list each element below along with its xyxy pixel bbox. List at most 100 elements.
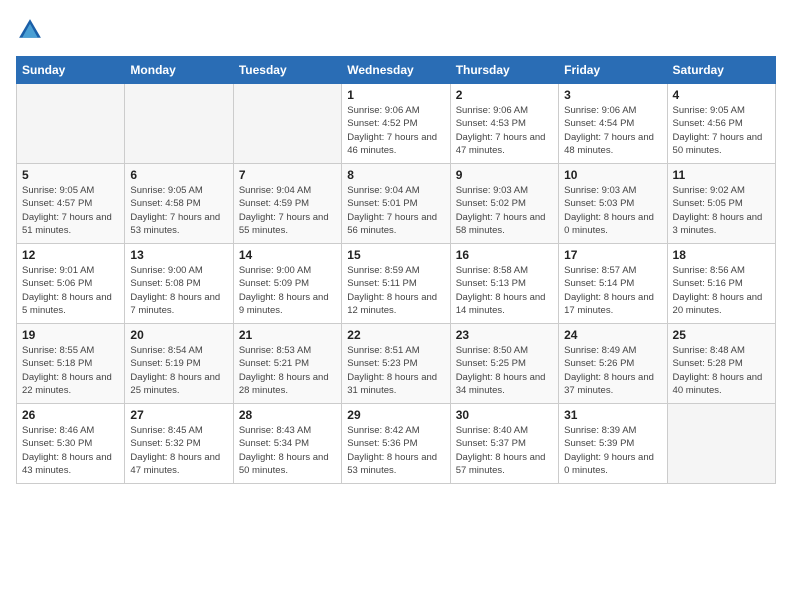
day-info: Sunrise: 8:48 AM Sunset: 5:28 PM Dayligh… — [673, 344, 770, 397]
day-cell: 3 Sunrise: 9:06 AM Sunset: 4:54 PM Daylig… — [559, 84, 667, 164]
day-cell: 6 Sunrise: 9:05 AM Sunset: 4:58 PM Daylig… — [125, 164, 233, 244]
day-info: Sunrise: 8:39 AM Sunset: 5:39 PM Dayligh… — [564, 424, 661, 477]
day-info: Sunrise: 8:50 AM Sunset: 5:25 PM Dayligh… — [456, 344, 553, 397]
page-header — [16, 16, 776, 44]
day-info: Sunrise: 9:03 AM Sunset: 5:02 PM Dayligh… — [456, 184, 553, 237]
day-cell — [233, 84, 341, 164]
day-number: 4 — [673, 88, 770, 102]
day-cell — [17, 84, 125, 164]
day-info: Sunrise: 8:42 AM Sunset: 5:36 PM Dayligh… — [347, 424, 444, 477]
day-info: Sunrise: 9:05 AM Sunset: 4:56 PM Dayligh… — [673, 104, 770, 157]
day-info: Sunrise: 9:00 AM Sunset: 5:09 PM Dayligh… — [239, 264, 336, 317]
day-number: 17 — [564, 248, 661, 262]
day-number: 22 — [347, 328, 444, 342]
day-info: Sunrise: 9:04 AM Sunset: 4:59 PM Dayligh… — [239, 184, 336, 237]
day-info: Sunrise: 8:53 AM Sunset: 5:21 PM Dayligh… — [239, 344, 336, 397]
day-cell — [667, 404, 775, 484]
day-info: Sunrise: 8:40 AM Sunset: 5:37 PM Dayligh… — [456, 424, 553, 477]
day-cell: 20 Sunrise: 8:54 AM Sunset: 5:19 PM Dayli… — [125, 324, 233, 404]
day-info: Sunrise: 8:51 AM Sunset: 5:23 PM Dayligh… — [347, 344, 444, 397]
day-cell: 22 Sunrise: 8:51 AM Sunset: 5:23 PM Dayli… — [342, 324, 450, 404]
day-cell: 10Sunrise: 9:03 AM Sunset: 5:03 PM Dayli… — [559, 164, 667, 244]
day-cell: 26Sunrise: 8:46 AM Sunset: 5:30 PM Dayli… — [17, 404, 125, 484]
day-cell: 17 Sunrise: 8:57 AM Sunset: 5:14 PM Dayli… — [559, 244, 667, 324]
header-day-saturday: Saturday — [667, 57, 775, 84]
day-number: 8 — [347, 168, 444, 182]
week-row-4: 19Sunrise: 8:55 AM Sunset: 5:18 PM Dayli… — [17, 324, 776, 404]
week-row-5: 26Sunrise: 8:46 AM Sunset: 5:30 PM Dayli… — [17, 404, 776, 484]
day-info: Sunrise: 9:06 AM Sunset: 4:53 PM Dayligh… — [456, 104, 553, 157]
day-cell — [125, 84, 233, 164]
day-number: 6 — [130, 168, 227, 182]
day-cell: 2 Sunrise: 9:06 AM Sunset: 4:53 PM Daylig… — [450, 84, 558, 164]
header-day-wednesday: Wednesday — [342, 57, 450, 84]
week-row-3: 12 Sunrise: 9:01 AM Sunset: 5:06 PM Dayli… — [17, 244, 776, 324]
day-info: Sunrise: 9:02 AM Sunset: 5:05 PM Dayligh… — [673, 184, 770, 237]
day-cell: 30 Sunrise: 8:40 AM Sunset: 5:37 PM Dayli… — [450, 404, 558, 484]
day-number: 27 — [130, 408, 227, 422]
day-cell: 27 Sunrise: 8:45 AM Sunset: 5:32 PM Dayli… — [125, 404, 233, 484]
day-number: 26 — [22, 408, 119, 422]
day-number: 16 — [456, 248, 553, 262]
day-cell: 25 Sunrise: 8:48 AM Sunset: 5:28 PM Dayli… — [667, 324, 775, 404]
day-info: Sunrise: 9:04 AM Sunset: 5:01 PM Dayligh… — [347, 184, 444, 237]
logo-icon — [16, 16, 44, 44]
day-cell: 1 Sunrise: 9:06 AM Sunset: 4:52 PM Daylig… — [342, 84, 450, 164]
day-info: Sunrise: 8:58 AM Sunset: 5:13 PM Dayligh… — [456, 264, 553, 317]
day-number: 30 — [456, 408, 553, 422]
day-number: 1 — [347, 88, 444, 102]
day-info: Sunrise: 9:01 AM Sunset: 5:06 PM Dayligh… — [22, 264, 119, 317]
day-number: 20 — [130, 328, 227, 342]
week-row-2: 5 Sunrise: 9:05 AM Sunset: 4:57 PM Daylig… — [17, 164, 776, 244]
day-number: 2 — [456, 88, 553, 102]
day-cell: 14 Sunrise: 9:00 AM Sunset: 5:09 PM Dayli… — [233, 244, 341, 324]
day-number: 3 — [564, 88, 661, 102]
day-number: 9 — [456, 168, 553, 182]
day-cell: 12 Sunrise: 9:01 AM Sunset: 5:06 PM Dayli… — [17, 244, 125, 324]
day-info: Sunrise: 8:57 AM Sunset: 5:14 PM Dayligh… — [564, 264, 661, 317]
day-info: Sunrise: 8:56 AM Sunset: 5:16 PM Dayligh… — [673, 264, 770, 317]
day-info: Sunrise: 8:45 AM Sunset: 5:32 PM Dayligh… — [130, 424, 227, 477]
day-cell: 21 Sunrise: 8:53 AM Sunset: 5:21 PM Dayli… — [233, 324, 341, 404]
header-day-monday: Monday — [125, 57, 233, 84]
calendar-table: SundayMondayTuesdayWednesdayThursdayFrid… — [16, 56, 776, 484]
day-cell: 4 Sunrise: 9:05 AM Sunset: 4:56 PM Daylig… — [667, 84, 775, 164]
day-cell: 9 Sunrise: 9:03 AM Sunset: 5:02 PM Daylig… — [450, 164, 558, 244]
day-cell: 18 Sunrise: 8:56 AM Sunset: 5:16 PM Dayli… — [667, 244, 775, 324]
day-cell: 16 Sunrise: 8:58 AM Sunset: 5:13 PM Dayli… — [450, 244, 558, 324]
day-info: Sunrise: 8:54 AM Sunset: 5:19 PM Dayligh… — [130, 344, 227, 397]
day-cell: 13 Sunrise: 9:00 AM Sunset: 5:08 PM Dayli… — [125, 244, 233, 324]
day-number: 21 — [239, 328, 336, 342]
day-cell: 15 Sunrise: 8:59 AM Sunset: 5:11 PM Dayli… — [342, 244, 450, 324]
day-cell: 5 Sunrise: 9:05 AM Sunset: 4:57 PM Daylig… — [17, 164, 125, 244]
day-info: Sunrise: 9:06 AM Sunset: 4:52 PM Dayligh… — [347, 104, 444, 157]
header-day-thursday: Thursday — [450, 57, 558, 84]
day-number: 19 — [22, 328, 119, 342]
day-cell: 19Sunrise: 8:55 AM Sunset: 5:18 PM Dayli… — [17, 324, 125, 404]
day-cell: 7Sunrise: 9:04 AM Sunset: 4:59 PM Daylig… — [233, 164, 341, 244]
day-number: 5 — [22, 168, 119, 182]
day-number: 18 — [673, 248, 770, 262]
day-number: 25 — [673, 328, 770, 342]
day-cell: 29 Sunrise: 8:42 AM Sunset: 5:36 PM Dayli… — [342, 404, 450, 484]
day-number: 31 — [564, 408, 661, 422]
day-cell: 11 Sunrise: 9:02 AM Sunset: 5:05 PM Dayli… — [667, 164, 775, 244]
day-cell: 31 Sunrise: 8:39 AM Sunset: 5:39 PM Dayli… — [559, 404, 667, 484]
day-number: 15 — [347, 248, 444, 262]
day-number: 14 — [239, 248, 336, 262]
day-info: Sunrise: 9:05 AM Sunset: 4:58 PM Dayligh… — [130, 184, 227, 237]
day-cell: 23Sunrise: 8:50 AM Sunset: 5:25 PM Dayli… — [450, 324, 558, 404]
day-number: 12 — [22, 248, 119, 262]
day-number: 28 — [239, 408, 336, 422]
day-number: 13 — [130, 248, 227, 262]
day-info: Sunrise: 9:03 AM Sunset: 5:03 PM Dayligh… — [564, 184, 661, 237]
day-info: Sunrise: 8:59 AM Sunset: 5:11 PM Dayligh… — [347, 264, 444, 317]
day-info: Sunrise: 9:05 AM Sunset: 4:57 PM Dayligh… — [22, 184, 119, 237]
day-cell: 28Sunrise: 8:43 AM Sunset: 5:34 PM Dayli… — [233, 404, 341, 484]
day-number: 11 — [673, 168, 770, 182]
day-number: 29 — [347, 408, 444, 422]
day-number: 24 — [564, 328, 661, 342]
day-info: Sunrise: 9:00 AM Sunset: 5:08 PM Dayligh… — [130, 264, 227, 317]
day-info: Sunrise: 9:06 AM Sunset: 4:54 PM Dayligh… — [564, 104, 661, 157]
day-info: Sunrise: 8:49 AM Sunset: 5:26 PM Dayligh… — [564, 344, 661, 397]
